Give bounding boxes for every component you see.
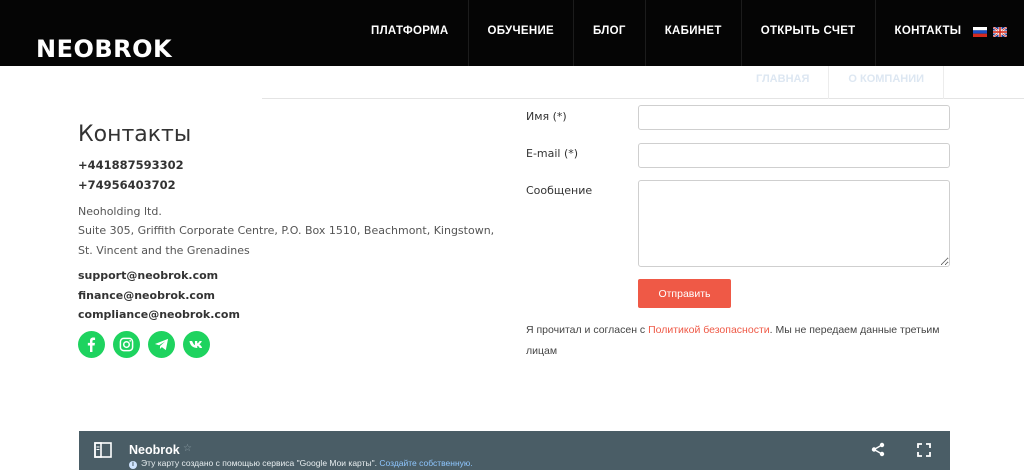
- facebook-icon[interactable]: [78, 331, 105, 358]
- create-own-map-link[interactable]: Создайте собственную.: [379, 458, 472, 468]
- company-address: Suite 305, Griffith Corporate Centre, P.…: [78, 224, 495, 257]
- language-switcher: [973, 27, 1007, 37]
- subtab-about[interactable]: О КОМПАНИИ: [829, 66, 945, 99]
- name-input[interactable]: [638, 105, 950, 130]
- nav-item-education[interactable]: ОБУЧЕНИЕ: [469, 0, 575, 66]
- email-input[interactable]: [638, 143, 950, 168]
- company-name: Neoholding ltd.: [78, 205, 162, 218]
- share-icon[interactable]: [871, 442, 885, 457]
- email-finance[interactable]: finance@neobrok.com: [78, 289, 215, 302]
- name-label: Имя (*): [526, 110, 567, 123]
- consent-text: Я прочитал и согласен с Политикой безопа…: [526, 320, 956, 362]
- embedded-map-header: Neobrok ☆ i Эту карту создано с помощью с…: [79, 431, 950, 470]
- email-support[interactable]: support@neobrok.com: [78, 269, 218, 282]
- main-nav: ПЛАТФОРМА ОБУЧЕНИЕ БЛОГ КАБИНЕТ ОТКРЫТЬ …: [352, 0, 980, 66]
- vk-icon[interactable]: [183, 331, 210, 358]
- privacy-policy-link[interactable]: Политикой безопасности: [648, 324, 770, 336]
- message-textarea[interactable]: [638, 180, 950, 267]
- nav-item-blog[interactable]: БЛОГ: [574, 0, 646, 66]
- email-compliance[interactable]: compliance@neobrok.com: [78, 308, 240, 321]
- phone-2[interactable]: +74956403702: [78, 178, 176, 192]
- instagram-icon[interactable]: [113, 331, 140, 358]
- nav-item-contacts[interactable]: КОНТАКТЫ: [876, 0, 981, 66]
- consent-text-start: Я прочитал и согласен с: [526, 324, 649, 336]
- map-title: Neobrok: [129, 443, 180, 457]
- nav-item-platform[interactable]: ПЛАТФОРМА: [352, 0, 469, 66]
- site-logo[interactable]: NEOBROK: [36, 35, 172, 63]
- map-note-text: Эту карту создано с помощью сервиса "Goo…: [141, 458, 380, 468]
- top-navigation-bar: NEOBROK ПЛАТФОРМА ОБУЧЕНИЕ БЛОГ КАБИНЕТ …: [0, 0, 1024, 66]
- page-title: Контакты: [78, 122, 192, 147]
- message-label: Сообщение: [526, 184, 593, 197]
- nav-item-open-account[interactable]: ОТКРЫТЬ СЧЕТ: [742, 0, 876, 66]
- nav-item-cabinet[interactable]: КАБИНЕТ: [646, 0, 742, 66]
- flag-uk-icon[interactable]: [993, 27, 1007, 37]
- sidebar-toggle-icon[interactable]: [94, 442, 112, 458]
- social-links: [78, 331, 210, 358]
- info-icon: i: [129, 461, 137, 469]
- submit-button[interactable]: Отправить: [638, 279, 731, 308]
- email-label: E-mail (*): [526, 147, 579, 160]
- star-icon[interactable]: ☆: [183, 443, 192, 454]
- subtab-home[interactable]: ГЛАВНАЯ: [737, 66, 830, 99]
- fullscreen-icon[interactable]: [917, 443, 931, 457]
- telegram-icon[interactable]: [148, 331, 175, 358]
- flag-ru-icon[interactable]: [973, 27, 987, 37]
- phone-1[interactable]: +441887593302: [78, 158, 184, 172]
- map-attribution: i Эту карту создано с помощью сервиса "Go…: [129, 458, 473, 469]
- sub-navigation: ГЛАВНАЯ О КОМПАНИИ: [737, 66, 945, 99]
